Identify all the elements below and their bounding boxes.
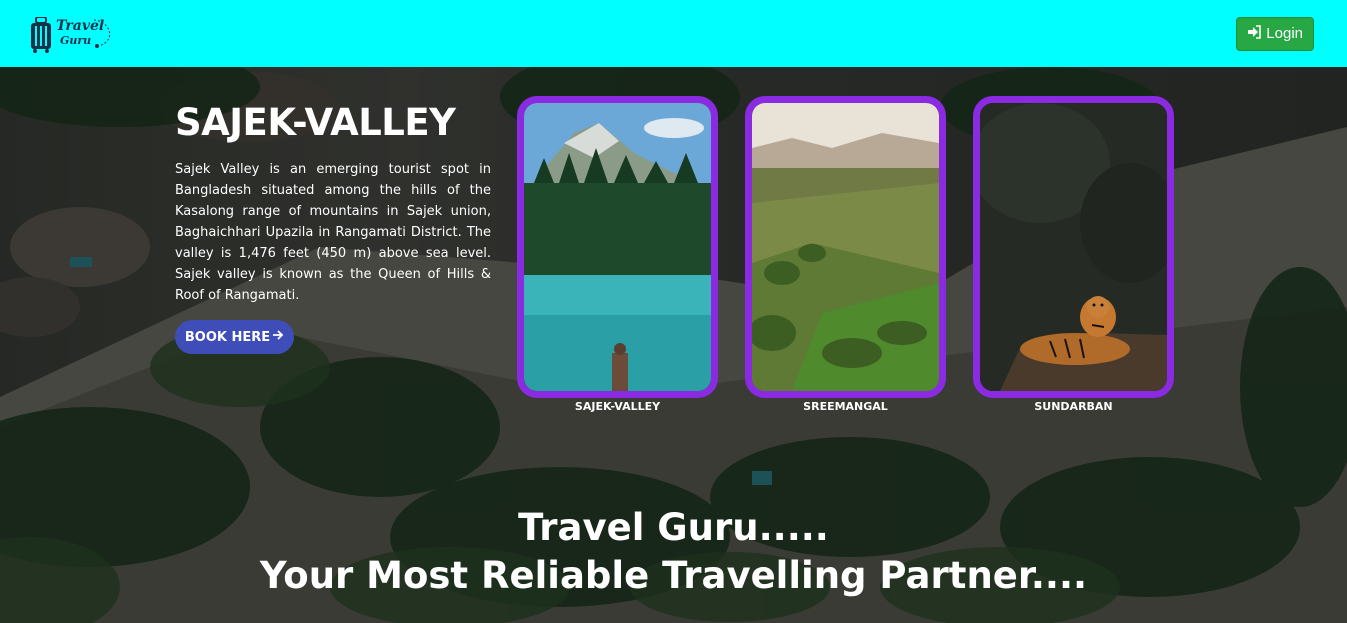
sreemangal-image — [752, 103, 939, 391]
sajek-valley-image — [524, 103, 711, 391]
logo-line1: Travel — [56, 17, 105, 34]
sundarban-image — [980, 103, 1167, 391]
sign-in-icon — [1247, 24, 1262, 43]
login-label: Login — [1266, 25, 1303, 42]
place-title: SAJEK-VALLEY — [175, 101, 456, 144]
destination-card-sajek[interactable] — [517, 96, 718, 398]
book-here-label: BOOK HERE — [184, 329, 271, 345]
destination-card-sundarban[interactable] — [973, 96, 1174, 398]
logo-line2: Guru — [60, 33, 92, 47]
tagline-line2: Your Most Reliable Travelling Partner...… — [259, 554, 1088, 597]
card-label-sajek: SAJEK-VALLEY — [574, 400, 661, 413]
place-description: Sajek Valley is an emerging tourist spot… — [175, 162, 491, 303]
tagline: Travel Guru..... Your Most Reliable Trav… — [0, 504, 1347, 600]
login-button[interactable]: Login — [1236, 16, 1314, 51]
card-label-sreemangal: SREEMANGAL — [803, 400, 888, 413]
navbar: Travel Guru Login — [0, 0, 1347, 67]
destination-card-sreemangal[interactable] — [745, 96, 946, 398]
logo-text: Travel Guru — [54, 16, 114, 52]
tagline-line1: Travel Guru..... — [518, 506, 829, 549]
arrow-right-icon — [272, 329, 284, 345]
card-label-sundarban: SUNDARBAN — [1034, 400, 1113, 413]
suitcase-icon — [30, 15, 52, 53]
hero-section: SAJEK-VALLEY Sajek Valley is an emerging… — [0, 67, 1347, 623]
book-here-button[interactable]: BOOK HERE — [175, 320, 294, 354]
logo[interactable]: Travel Guru — [30, 14, 114, 54]
